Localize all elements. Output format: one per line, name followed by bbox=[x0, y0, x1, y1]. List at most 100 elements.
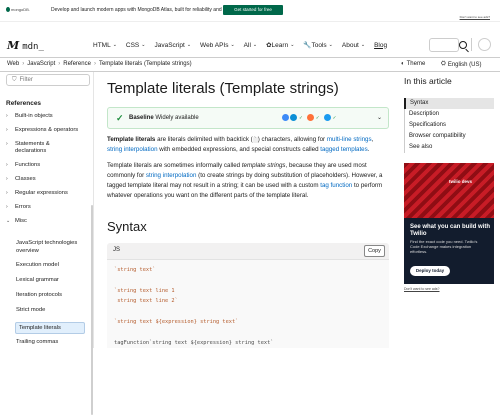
sidebar-scrollbar[interactable] bbox=[91, 205, 93, 415]
toc-item-description[interactable]: Description bbox=[405, 109, 494, 120]
code-tagged: tagFunction`string text ${expression} st… bbox=[114, 340, 274, 346]
description-paragraph: Template literals are sometimes informal… bbox=[107, 161, 389, 201]
nav-blog[interactable]: Blog bbox=[374, 41, 387, 49]
sidebar-item[interactable]: › Functions bbox=[6, 162, 92, 176]
sidebar-item[interactable]: ⌄ Misc bbox=[6, 218, 92, 232]
link-string-interpolation[interactable]: string interpolation bbox=[146, 172, 197, 179]
sidebar-item[interactable]: › Built-in objects bbox=[6, 113, 92, 127]
chevron-right-icon: › bbox=[6, 141, 8, 147]
nav-css[interactable]: CSS ⌄ bbox=[126, 41, 146, 49]
browser-group: ✓ bbox=[306, 114, 320, 121]
language-button[interactable]: ⛭ English (US) bbox=[441, 61, 482, 68]
sidebar-sub-item[interactable]: Strict mode bbox=[15, 307, 85, 322]
search-icon[interactable] bbox=[459, 41, 467, 49]
nav-label: CSS bbox=[125, 41, 140, 49]
theme-icon: ◐ bbox=[401, 61, 405, 67]
chevron-down-icon: ⌄ bbox=[252, 42, 258, 48]
chevron-right-icon: › bbox=[6, 162, 8, 168]
link-tagged-templates[interactable]: tagged templates bbox=[320, 146, 367, 153]
chevron-right-icon: › bbox=[6, 190, 8, 196]
theme-button[interactable]: ◐ Theme bbox=[401, 61, 425, 67]
side-ad-card[interactable]: twilio devs See what you can build with … bbox=[404, 163, 494, 284]
nav-about[interactable]: About ⌄ bbox=[342, 41, 365, 49]
nav-learn[interactable]: ✿Learn ⌄ bbox=[266, 41, 294, 49]
copy-button[interactable]: Copy bbox=[364, 245, 385, 257]
browser-group: ✓ bbox=[282, 114, 303, 121]
sidebar-item[interactable]: › Expressions & operators bbox=[6, 127, 92, 141]
top-ad-banner[interactable]: mongoDB. Develop and launch modern apps … bbox=[0, 0, 500, 22]
chevron-right-icon: › bbox=[22, 61, 25, 67]
nav-label: HTML bbox=[93, 41, 111, 49]
code-block[interactable]: `string text` `string text line 1 string… bbox=[107, 259, 389, 348]
toc-item-specifications[interactable]: Specifications bbox=[405, 120, 494, 131]
sidebar-item[interactable]: › Classes bbox=[6, 176, 92, 190]
para-emphasis: template strings bbox=[241, 162, 286, 169]
breadcrumb-javascript[interactable]: JavaScript bbox=[27, 61, 55, 67]
sidebar-sub-item[interactable]: Lexical grammar bbox=[15, 277, 85, 292]
nav-label: About bbox=[341, 41, 359, 49]
logo-mark: M bbox=[7, 39, 20, 52]
code-string: string text line 2` bbox=[114, 298, 178, 304]
nav-javascript[interactable]: JavaScript ⌄ bbox=[154, 41, 191, 49]
nav-all[interactable]: All ⌄ bbox=[244, 41, 257, 49]
user-avatar-icon[interactable] bbox=[478, 38, 491, 51]
logo-text: mdn_ bbox=[22, 42, 44, 52]
chrome-icon bbox=[282, 114, 289, 121]
code-example: JS Copy `string text` `string text line … bbox=[107, 243, 389, 348]
sidebar-item-label: Errors bbox=[15, 204, 31, 210]
no-ads-link[interactable]: Don't want to see ads? bbox=[460, 15, 490, 19]
chevron-right-icon: › bbox=[6, 204, 8, 210]
nav-tools[interactable]: 🔧Tools ⌄ bbox=[303, 41, 332, 49]
check-icon: ✓ bbox=[315, 114, 320, 120]
breadcrumb-current[interactable]: Template literals (Template strings) bbox=[99, 61, 192, 67]
link-string-interpolation[interactable]: string interpolation bbox=[107, 146, 158, 153]
baseline-label: Baseline Widely available bbox=[129, 115, 199, 121]
sidebar-sub-item-active[interactable]: Template literals bbox=[15, 322, 85, 334]
sidebar-sub-label: Template literals bbox=[19, 325, 61, 331]
sidebar-sub-label: Strict mode bbox=[16, 307, 46, 313]
chevron-right-icon: › bbox=[6, 127, 8, 133]
baseline-banner[interactable]: ✓ Baseline Widely available ✓ ✓ ✓ ⌄ bbox=[107, 107, 389, 129]
sidebar-sub-item[interactable]: Trailing commas bbox=[15, 339, 85, 354]
link-multiline-strings[interactable]: multi-line strings bbox=[327, 136, 372, 143]
sidebar-item[interactable]: › Regular expressions bbox=[6, 190, 92, 204]
sidebar-item-label: Regular expressions bbox=[15, 190, 68, 196]
chevron-down-icon: ⌄ bbox=[360, 42, 366, 48]
link-tag-function[interactable]: tag function bbox=[320, 182, 352, 189]
breadcrumb-reference[interactable]: Reference bbox=[63, 61, 91, 67]
sidebar-item[interactable]: › Statements & declarations bbox=[6, 141, 92, 162]
toc-item-browser-compatibility[interactable]: Browser compatibility bbox=[405, 131, 494, 142]
toc-item-see-also[interactable]: See also bbox=[405, 142, 494, 153]
sidebar-sub-label: Execution model bbox=[16, 262, 59, 268]
mongodb-logo: mongoDB. bbox=[6, 7, 30, 12]
chevron-down-icon: ⌄ bbox=[230, 42, 235, 48]
sidebar-sub-item[interactable]: JavaScript technologies overview bbox=[15, 240, 85, 262]
sidebar-sub-item[interactable]: Execution model bbox=[15, 262, 85, 277]
search-input[interactable] bbox=[429, 38, 459, 52]
para-text: are literals delimited with backtick ( bbox=[155, 136, 253, 143]
sidebar-sub-item[interactable]: Iteration protocols bbox=[15, 292, 85, 307]
deploy-button[interactable]: Deploy today bbox=[410, 266, 450, 276]
check-icon: ✓ bbox=[332, 114, 337, 120]
code-line: tagFunction`string text ${expression} st… bbox=[114, 340, 273, 346]
sidebar-item[interactable]: › Errors bbox=[6, 204, 92, 218]
browser-support-icons: ✓ ✓ ✓ bbox=[282, 114, 340, 121]
nav-web-apis[interactable]: Web APIs ⌄ bbox=[200, 41, 235, 49]
breadcrumb-web[interactable]: Web bbox=[7, 61, 19, 67]
mdn-logo[interactable]: M mdn_ bbox=[7, 39, 44, 52]
language-icon: ⛭ bbox=[441, 61, 446, 67]
chevron-right-icon: › bbox=[6, 176, 8, 182]
para-text: , bbox=[371, 136, 374, 143]
syntax-heading: Syntax bbox=[107, 219, 147, 234]
intro-paragraph: Template literals are literals delimited… bbox=[107, 135, 389, 155]
chevron-down-icon: ⌄ bbox=[290, 42, 295, 48]
toc-item-syntax[interactable]: Syntax bbox=[404, 98, 494, 109]
ad-pattern bbox=[404, 163, 494, 218]
sidebar-sub-label: Trailing commas bbox=[16, 339, 59, 345]
nav-html[interactable]: HTML ⌄ bbox=[93, 41, 117, 49]
ad-cta-button[interactable]: Get started for free bbox=[223, 5, 283, 15]
filter-input[interactable]: ⛉ Filter bbox=[6, 74, 90, 86]
code-line: `string text line 1 bbox=[114, 288, 175, 294]
breadcrumb-bar: Web › JavaScript › Reference › Template lit… bbox=[0, 58, 500, 72]
no-ads-link[interactable]: Don't want to see ads? bbox=[404, 287, 440, 291]
